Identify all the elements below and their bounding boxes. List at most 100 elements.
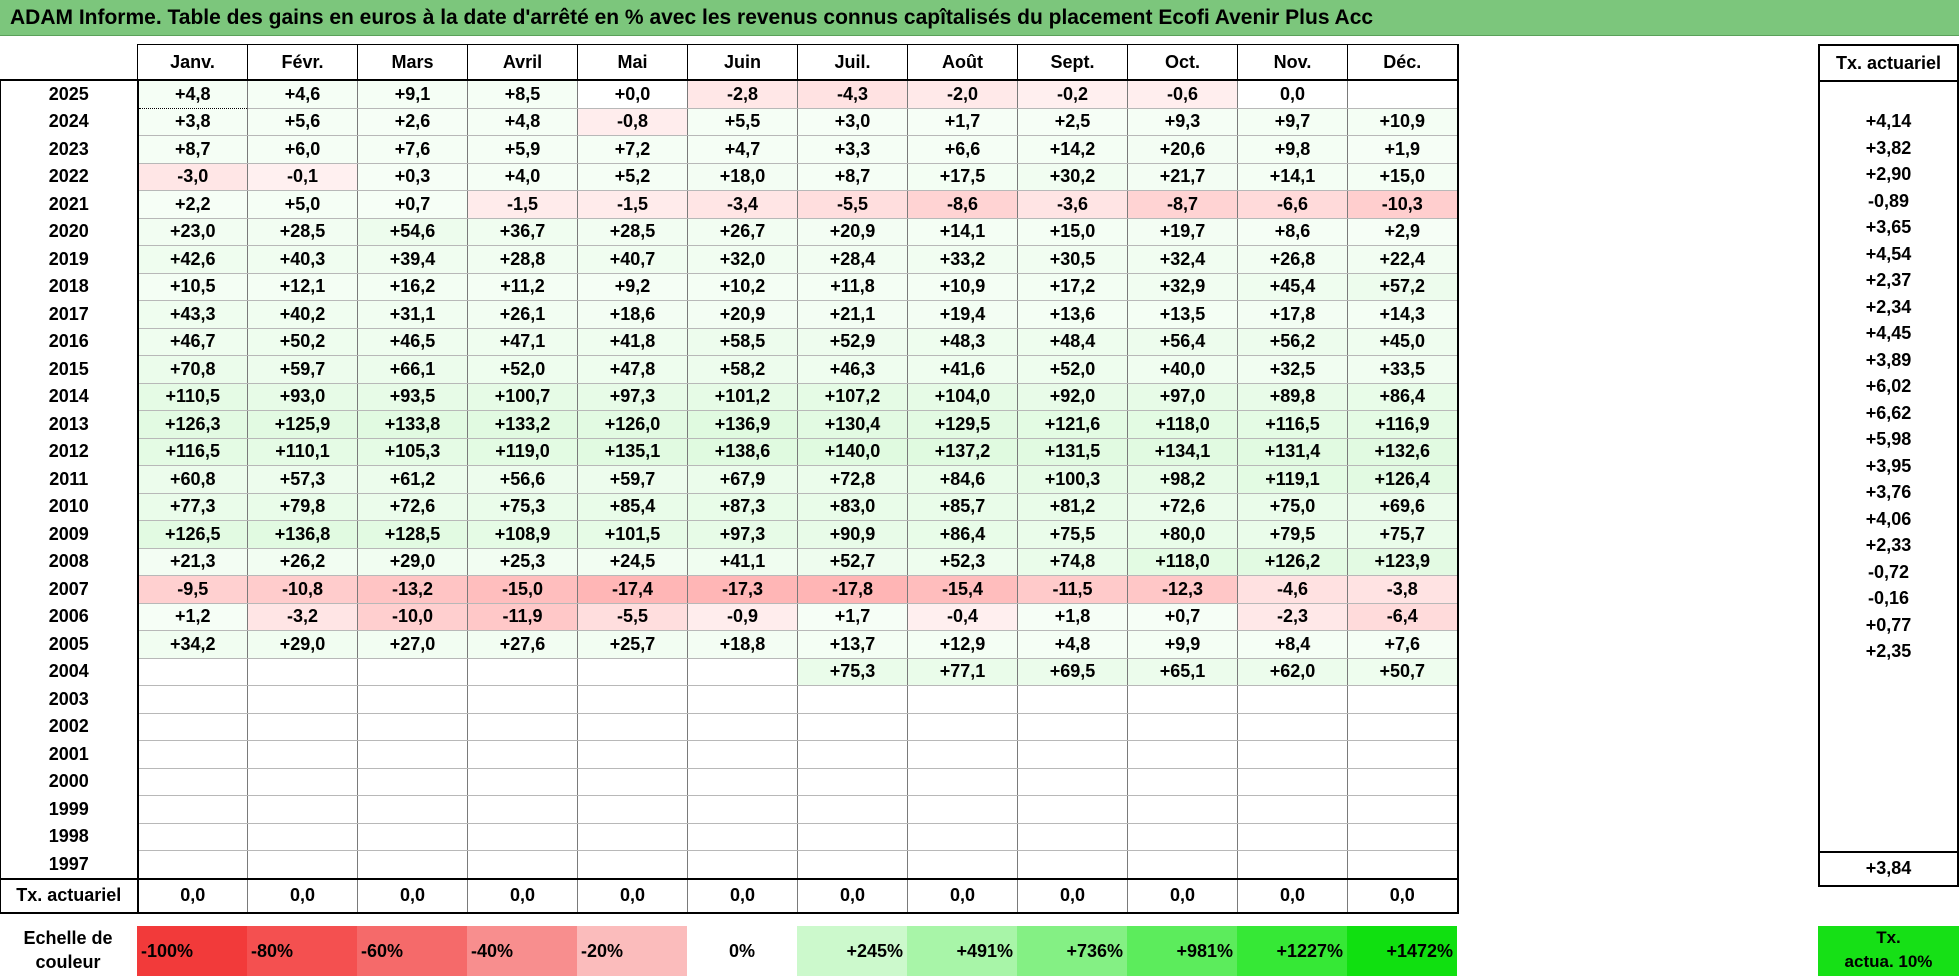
gain-cell xyxy=(247,823,358,851)
gain-cell xyxy=(907,768,1018,796)
gain-cell: +18,6 xyxy=(577,300,688,329)
gain-cell: +118,0 xyxy=(1127,548,1238,576)
gain-cell: +4,6 xyxy=(247,80,358,109)
table-row: 2016 +46,7 +50,2 +46,5 +47,1 +41,8 +58,5 +52,9 +… xyxy=(0,328,1459,356)
gain-cell: +97,3 xyxy=(577,383,688,411)
gain-cell: +45,0 xyxy=(1347,328,1459,356)
legend-swatch: 0% xyxy=(687,926,797,976)
gain-cell: +15,0 xyxy=(1347,163,1459,191)
gain-cell: +32,0 xyxy=(687,245,798,274)
gain-cell: +77,3 xyxy=(137,493,248,521)
gain-cell: +20,9 xyxy=(797,218,908,246)
rate-cell: +4,14 xyxy=(1818,108,1959,135)
legend-swatch: +245% xyxy=(797,926,907,976)
gain-cell: +116,9 xyxy=(1347,410,1459,439)
gain-cell xyxy=(577,850,688,880)
gain-cell: +136,9 xyxy=(687,410,798,439)
month-header: Oct. xyxy=(1127,44,1238,81)
gain-cell: +81,2 xyxy=(1017,493,1128,521)
gain-cell: +97,3 xyxy=(687,520,798,549)
gain-cell: +108,9 xyxy=(467,520,578,549)
gain-cell: +17,5 xyxy=(907,163,1018,191)
gain-cell xyxy=(797,823,908,851)
gain-cell xyxy=(687,685,798,714)
gain-cell: +42,6 xyxy=(137,245,248,274)
table-row: 2008 +21,3 +26,2 +29,0 +25,3 +24,5 +41,1 +52,7 +… xyxy=(0,548,1459,576)
gain-cell: +61,2 xyxy=(357,465,468,494)
gain-cell xyxy=(467,740,578,769)
gain-cell: -11,9 xyxy=(467,603,578,631)
legend-rate-line2: actua. 10% xyxy=(1844,952,1933,971)
rate-row xyxy=(1818,744,1959,771)
gain-cell xyxy=(797,850,908,880)
gain-cell xyxy=(1017,823,1128,851)
gain-cell xyxy=(797,795,908,824)
rate-cell: +4,06 xyxy=(1818,506,1959,533)
gain-cell: +32,4 xyxy=(1127,245,1238,274)
gain-cell xyxy=(1347,740,1459,769)
gain-cell xyxy=(1237,795,1348,824)
gain-cell: -8,7 xyxy=(1127,190,1238,219)
rate-row xyxy=(1818,665,1959,692)
table-row: 2005 +34,2 +29,0 +27,0 +27,6 +25,7 +18,8 +13,7 +… xyxy=(0,630,1459,659)
gain-cell: +10,9 xyxy=(1347,108,1459,136)
gain-cell xyxy=(1017,740,1128,769)
gain-cell: +8,7 xyxy=(797,163,908,191)
gain-cell: +126,0 xyxy=(577,410,688,439)
year-label: 2012 xyxy=(0,438,139,466)
gain-cell: +33,2 xyxy=(907,245,1018,274)
gain-cell: +9,7 xyxy=(1237,108,1348,136)
gain-cell: -0,1 xyxy=(247,163,358,191)
gain-cell xyxy=(907,740,1018,769)
gains-table: Janv. Févr. Mars Avril Mai Juin Juil. Août Sept.… xyxy=(0,44,1459,914)
gain-cell: +13,7 xyxy=(797,630,908,659)
gain-cell: +11,8 xyxy=(797,273,908,301)
gain-cell: +27,6 xyxy=(467,630,578,659)
table-row: 2009 +126,5 +136,8 +128,5 +108,9 +101,5 +97,3 +… xyxy=(0,520,1459,549)
gain-cell: +5,9 xyxy=(467,135,578,164)
gain-cell: -15,0 xyxy=(467,575,578,604)
gain-cell: -0,9 xyxy=(687,603,798,631)
year-label: 2005 xyxy=(0,630,139,658)
gain-cell: -17,3 xyxy=(687,575,798,604)
year-label: 2023 xyxy=(0,135,139,163)
gain-cell: +2,9 xyxy=(1347,218,1459,246)
gain-cell: +75,0 xyxy=(1237,493,1348,521)
gain-cell: +72,8 xyxy=(797,465,908,494)
summary-cell: 0,0 xyxy=(137,877,248,914)
rate-row: +4,06 xyxy=(1818,506,1959,533)
gain-cell: +85,4 xyxy=(577,493,688,521)
rate-cell: +3,82 xyxy=(1818,135,1959,162)
gain-cell: +57,2 xyxy=(1347,273,1459,301)
month-header: Nov. xyxy=(1237,44,1348,81)
gain-cell: +2,5 xyxy=(1017,108,1128,136)
gain-cell: +6,0 xyxy=(247,135,358,164)
year-label: 2025 xyxy=(0,80,139,108)
gain-cell: +58,2 xyxy=(687,355,798,384)
month-header: Sept. xyxy=(1017,44,1128,81)
gain-cell: +119,0 xyxy=(467,438,578,466)
gain-cell: +90,9 xyxy=(797,520,908,549)
year-label: 2010 xyxy=(0,493,139,521)
gain-cell xyxy=(247,850,358,880)
gain-cell: +9,1 xyxy=(357,80,468,109)
table-row: 2007 -9,5 -10,8 -13,2 -15,0 -17,4 -17,3 -17,8 -1… xyxy=(0,575,1459,604)
year-label: 2018 xyxy=(0,273,139,301)
gain-cell xyxy=(467,685,578,714)
gain-cell: +135,1 xyxy=(577,438,688,466)
legend-swatch: -20% xyxy=(577,926,687,976)
gain-cell xyxy=(1237,823,1348,851)
gain-cell: +105,3 xyxy=(357,438,468,466)
gain-cell xyxy=(247,713,358,741)
gain-cell xyxy=(137,768,248,796)
gain-cell xyxy=(357,658,468,686)
gain-cell xyxy=(357,850,468,880)
rate-row: +6,62 xyxy=(1818,400,1959,427)
gain-cell xyxy=(1347,850,1459,880)
gain-cell: +52,0 xyxy=(1017,355,1128,384)
gain-cell xyxy=(577,685,688,714)
gain-cell: +0,3 xyxy=(357,163,468,191)
gain-cell: +133,2 xyxy=(467,410,578,439)
gain-cell: +130,4 xyxy=(797,410,908,439)
gain-cell xyxy=(247,795,358,824)
